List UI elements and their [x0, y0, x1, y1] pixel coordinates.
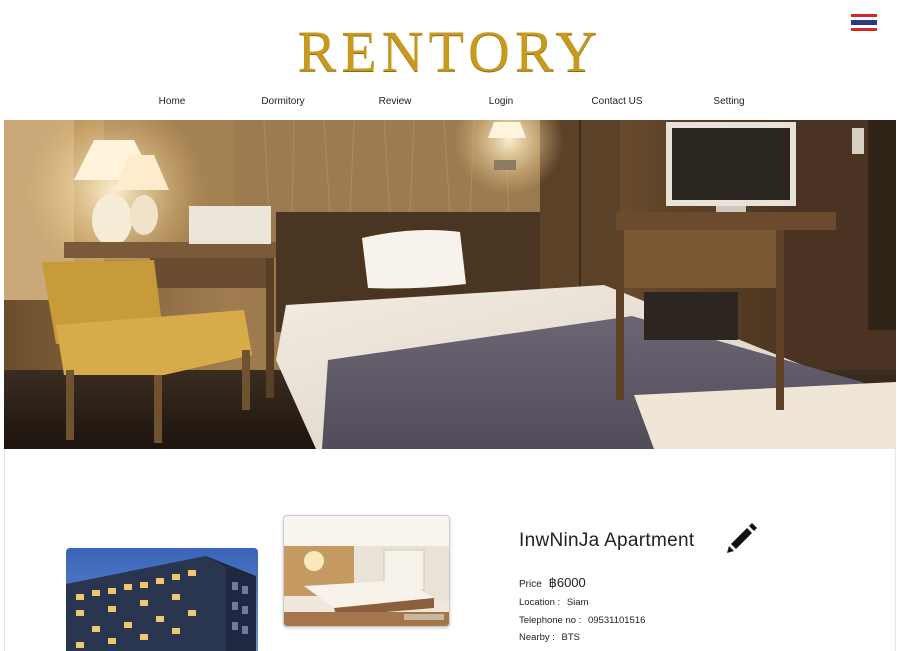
nav-review[interactable]: Review — [379, 96, 412, 107]
price-row: Price ฿6000 — [519, 575, 586, 591]
page: RENTORY Home Dormitory Review Login Cont… — [0, 0, 900, 651]
site-logo[interactable]: RENTORY — [0, 18, 900, 85]
location-value: Siam — [566, 597, 589, 608]
nearby-row: Nearby : BTS — [519, 632, 580, 643]
nav-home[interactable]: Home — [159, 96, 186, 107]
price-value: ฿6000 — [548, 575, 586, 590]
main-nav: Home Dormitory Review Login Contact US S… — [0, 96, 900, 112]
nav-dormitory[interactable]: Dormitory — [261, 96, 304, 107]
apartment-name: InwNinJa Apartment — [519, 530, 695, 551]
building-photo[interactable] — [66, 548, 258, 651]
nav-contact-us[interactable]: Contact US — [591, 96, 642, 107]
location-label: Location : — [519, 597, 561, 608]
telephone-row: Telephone no : 09531101516 — [519, 615, 645, 626]
telephone-label: Telephone no : — [519, 615, 582, 626]
location-row: Location : Siam — [519, 597, 589, 608]
nearby-value: BTS — [561, 632, 581, 643]
hero-image — [4, 120, 896, 449]
room-photo[interactable] — [283, 515, 450, 627]
telephone-value: 09531101516 — [587, 615, 646, 626]
thai-flag-icon[interactable] — [851, 14, 877, 31]
price-label: Price — [519, 579, 542, 590]
listing-info: InwNinJa Apartment — [519, 530, 694, 552]
nearby-label: Nearby : — [519, 632, 555, 643]
pencil-icon[interactable] — [725, 520, 759, 554]
nav-setting[interactable]: Setting — [713, 96, 744, 107]
nav-login[interactable]: Login — [489, 96, 513, 107]
